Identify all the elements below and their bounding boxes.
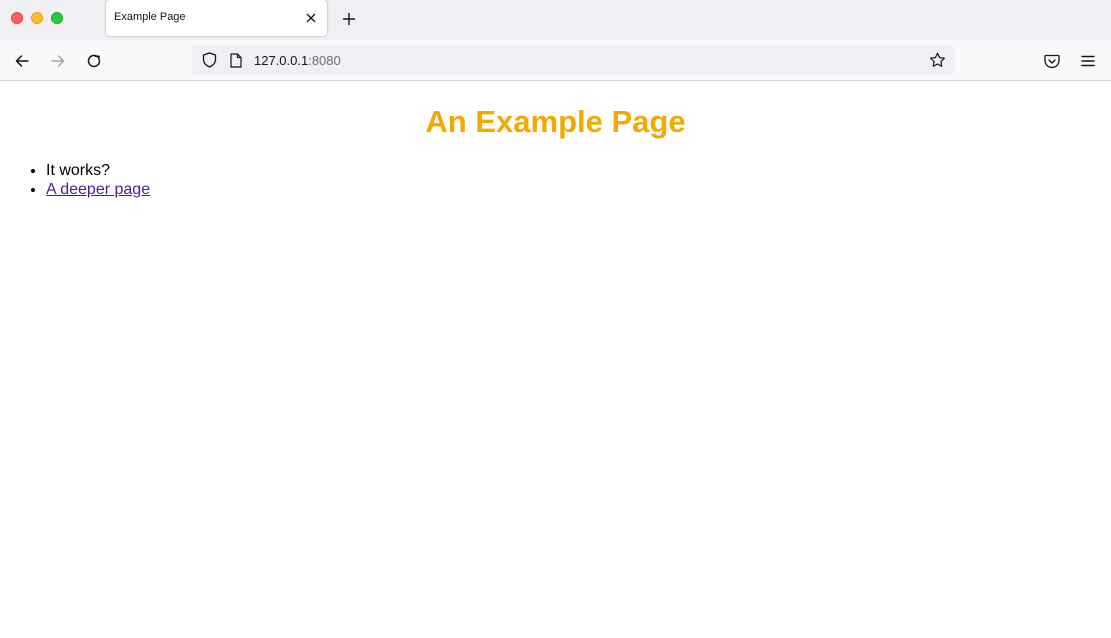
window-minimize-button[interactable] [31, 12, 43, 24]
url-bar[interactable]: 127.0.0.1:8080 [192, 45, 954, 75]
deeper-page-link[interactable]: A deeper page [46, 181, 150, 198]
url-text[interactable]: 127.0.0.1:8080 [254, 53, 341, 68]
reload-icon[interactable] [81, 48, 107, 74]
tab-example-page[interactable]: Example Page [106, 0, 327, 36]
window-close-button[interactable] [11, 12, 23, 24]
shield-icon[interactable] [200, 51, 218, 69]
forward-arrow-icon[interactable] [45, 48, 71, 74]
back-arrow-icon[interactable] [9, 48, 35, 74]
close-icon[interactable] [302, 9, 320, 27]
navigation-toolbar: 127.0.0.1:8080 [0, 40, 1111, 81]
list-item-text: It works? [46, 162, 111, 179]
star-icon[interactable] [928, 51, 946, 69]
hamburger-menu-icon[interactable] [1075, 48, 1101, 74]
page-list: It works? A deeper page [0, 161, 150, 199]
page-title: An Example Page [425, 104, 686, 139]
list-item: A deeper page [46, 180, 150, 199]
tab-strip: Example Page [0, 0, 1111, 40]
page-content: An Example Page It works? A deeper page [0, 81, 1111, 638]
url-port: :8080 [308, 53, 341, 68]
list-item: It works? [46, 161, 150, 180]
browser-window: Example Page 127.0.0.1:8080 An Example P… [0, 0, 1111, 638]
tab-title: Example Page [114, 11, 186, 23]
window-zoom-button[interactable] [51, 12, 63, 24]
plus-icon[interactable] [338, 8, 360, 30]
page-icon [228, 51, 244, 69]
pocket-icon[interactable] [1039, 48, 1065, 74]
url-host: 127.0.0.1 [254, 53, 309, 68]
